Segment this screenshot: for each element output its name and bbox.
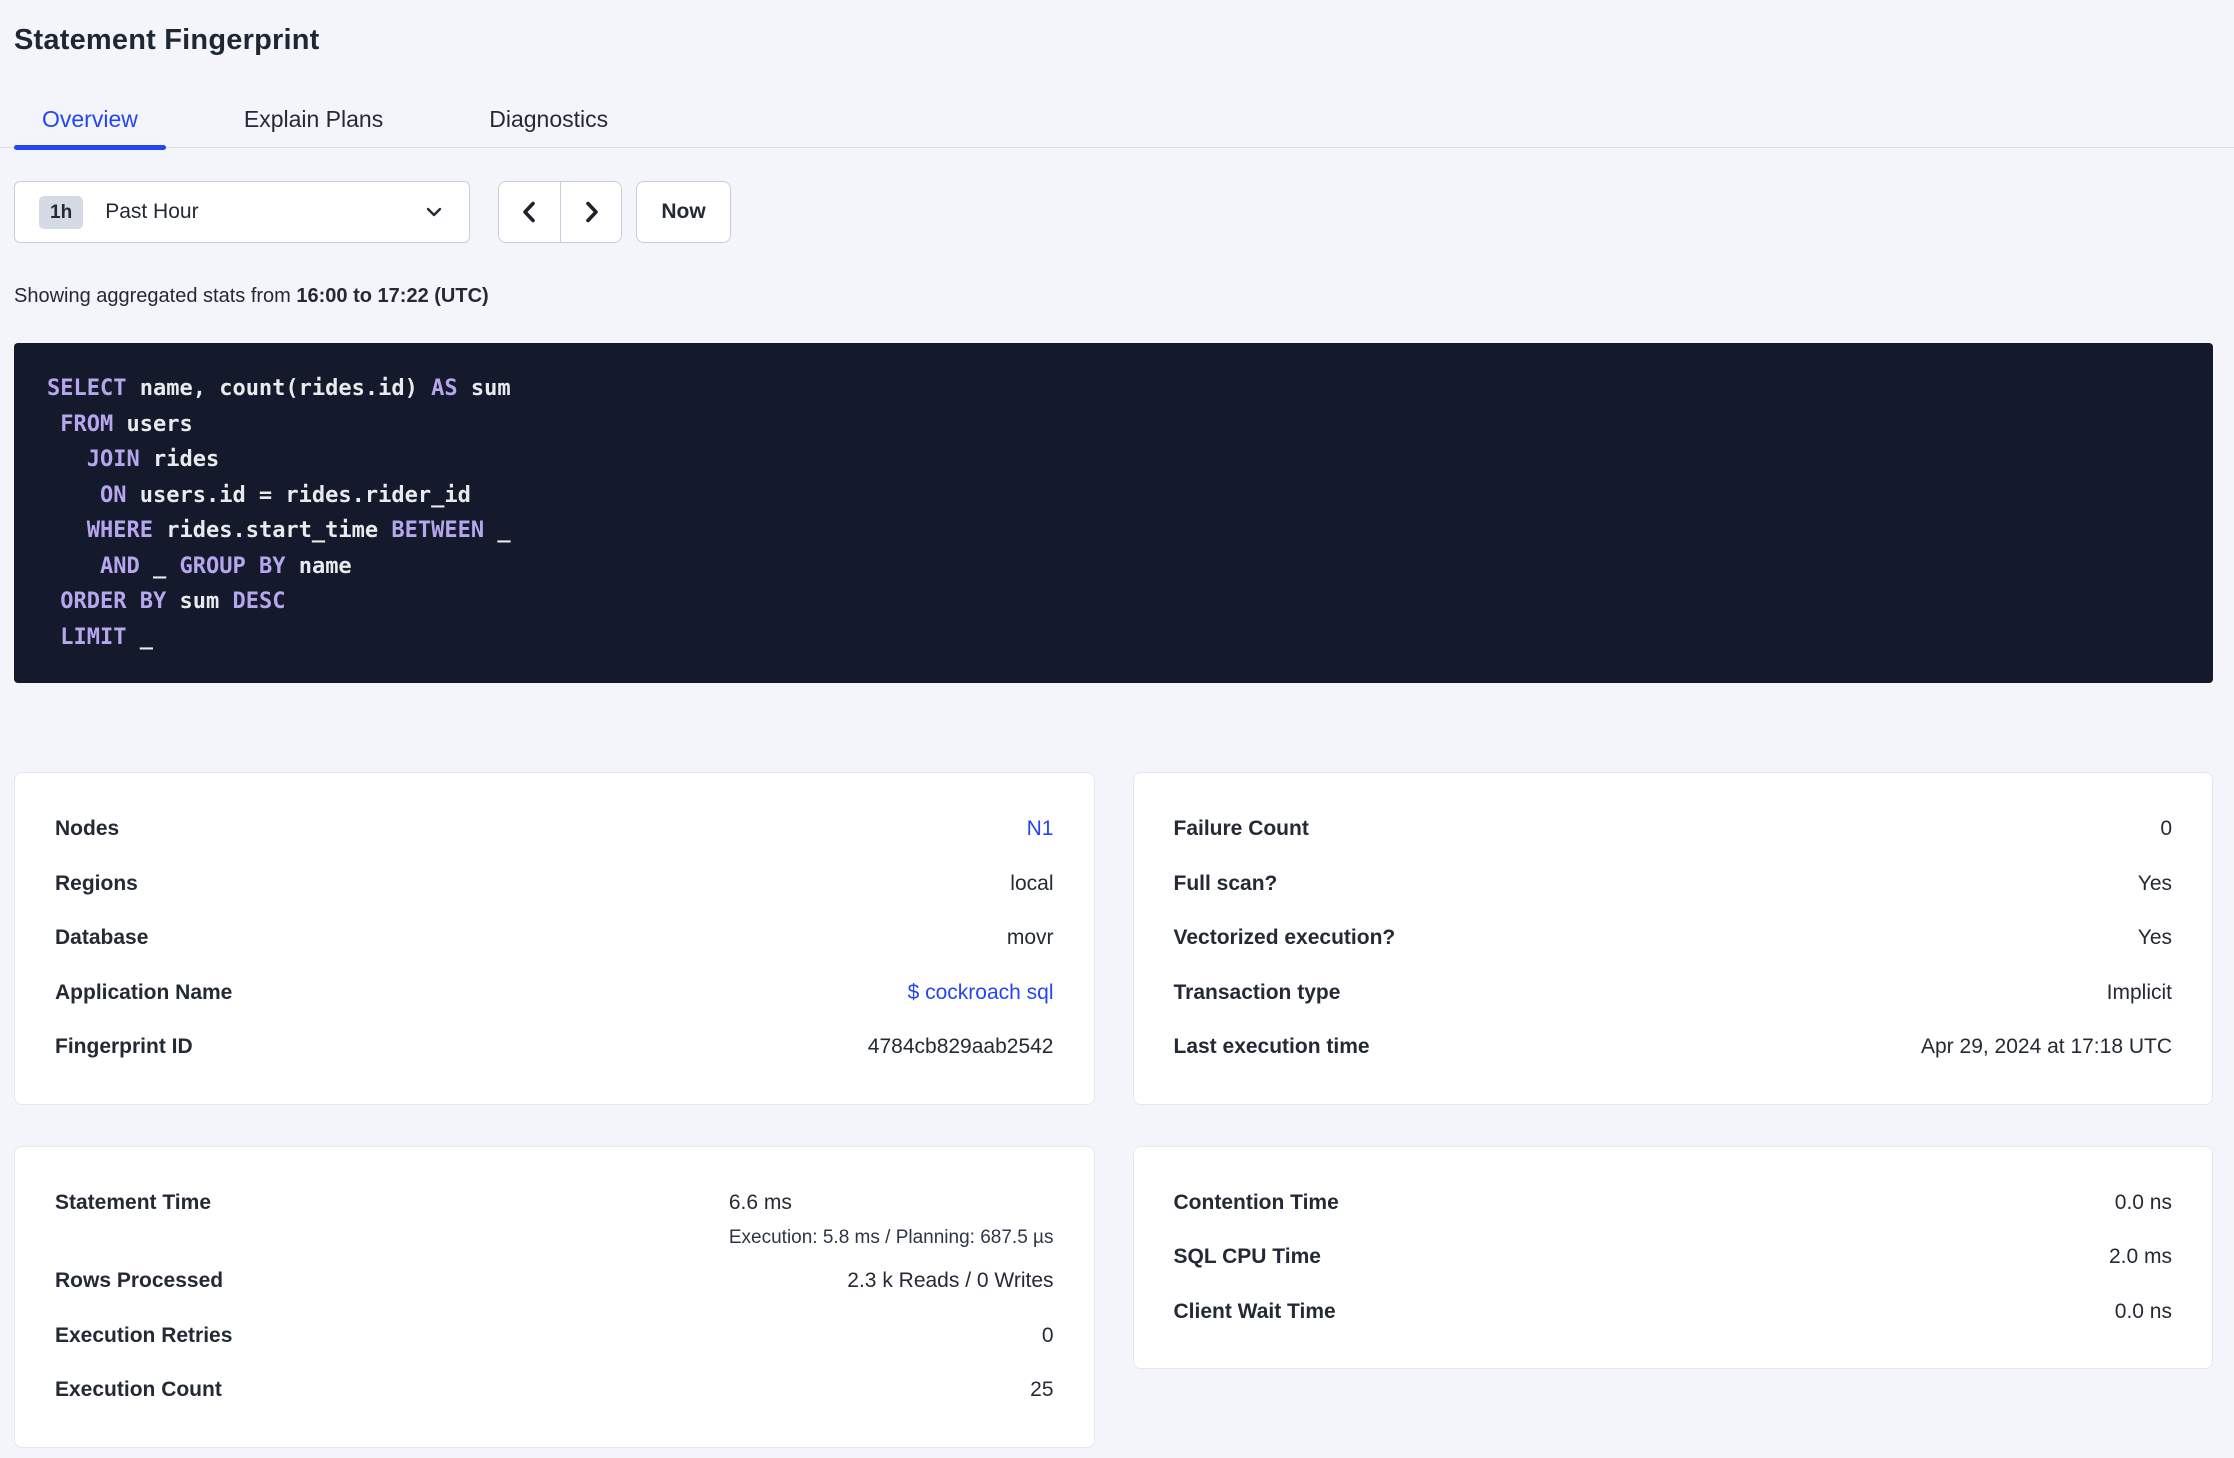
stat-label: Execution Count — [55, 1378, 222, 1401]
stat-label: Failure Count — [1173, 817, 1309, 840]
sql-line: ON users.id = rides.rider_id — [99, 482, 471, 508]
stat-row: Statement Time 6.6 ms Execution: 5.8 ms / … — [55, 1176, 1054, 1255]
statement-timing-card: Statement Time 6.6 ms Execution: 5.8 ms / … — [14, 1145, 1095, 1448]
tab-label: Explain Plans — [243, 105, 384, 132]
sql-line: SELECT name, count(rides.id) AS sum — [47, 376, 511, 401]
node-link[interactable]: N1 — [1027, 817, 1054, 840]
tab-label: Overview — [42, 105, 138, 132]
stat-label: Nodes — [55, 817, 120, 840]
summary-cards-bottom: Statement Time 6.6 ms Execution: 5.8 ms / … — [14, 1145, 2213, 1448]
stat-value: Yes — [2137, 871, 2172, 895]
sql-line: ORDER BY sum DESC — [60, 589, 286, 614]
stat-row: Full scan? Yes — [1174, 857, 2173, 912]
stat-row: Client Wait Time 0.0 ns — [1174, 1285, 2173, 1340]
tab-diagnostics[interactable]: Diagnostics — [461, 91, 636, 147]
stat-value: Implicit — [2106, 980, 2172, 1004]
stat-row: Vectorized execution? Yes — [1174, 911, 2173, 966]
stat-row: Execution Count 25 — [55, 1363, 1054, 1418]
time-range-picker[interactable]: 1h Past Hour — [14, 181, 470, 243]
stat-label: Statement Time — [55, 1190, 211, 1214]
tab-label: Diagnostics — [489, 105, 609, 132]
stat-label: Contention Time — [1173, 1190, 1339, 1214]
stat-row: Nodes N1 — [55, 802, 1054, 857]
interval-badge: 1h — [39, 195, 84, 229]
sql-line: LIMIT _ — [60, 624, 153, 650]
stat-value: 6.6 ms — [728, 1190, 792, 1214]
previous-interval-button[interactable] — [499, 182, 560, 242]
stat-label: SQL CPU Time — [1173, 1245, 1321, 1268]
sql-line: WHERE rides.start_time BETWEEN _ — [86, 518, 511, 543]
stat-label: Fingerprint ID — [55, 1035, 193, 1058]
stat-label: Rows Processed — [55, 1269, 224, 1292]
stat-row: Fingerprint ID 4784cb829aab2542 — [55, 1020, 1054, 1075]
stat-subvalue: Execution: 5.8 ms / Planning: 687.5 µs — [728, 1227, 1054, 1248]
wait-times-card: Contention Time 0.0 ns SQL CPU Time 2.0 ms C… — [1132, 1145, 2213, 1369]
stat-row: Last execution time Apr 29, 2024 at 17:18… — [1174, 1020, 2173, 1075]
stat-label: Full scan? — [1173, 871, 1278, 895]
stat-value: Apr 29, 2024 at 17:18 UTC — [1921, 1035, 2172, 1058]
summary-prefix: Showing aggregated stats from — [14, 285, 297, 307]
aggregated-stats-summary: Showing aggregated stats from 16:00 to 1… — [14, 285, 2234, 307]
stat-value: Yes — [2137, 926, 2172, 949]
app-name-link[interactable]: $ cockroach sql — [908, 981, 1054, 1004]
sql-statement-box: SELECT name, count(rides.id) AS sum FROM… — [14, 343, 2213, 683]
stat-label: Execution Retries — [55, 1323, 233, 1347]
chevron-down-icon — [423, 201, 445, 223]
tab-overview[interactable]: Overview — [14, 91, 166, 150]
stat-label: Transaction type — [1173, 980, 1341, 1004]
time-step-buttons — [498, 181, 622, 243]
page-title: Statement Fingerprint — [14, 24, 320, 56]
time-controls: 1h Past Hour Now — [14, 181, 2234, 243]
summary-cards-top: Nodes N1 Regions local Database movr Applicati… — [14, 772, 2213, 1105]
stat-row: Application Name $ cockroach sql — [55, 966, 1054, 1021]
stat-value: 4784cb829aab2542 — [867, 1035, 1054, 1058]
stat-row: Execution Retries 0 — [55, 1309, 1054, 1364]
next-interval-button[interactable] — [560, 182, 621, 242]
stat-value: movr — [1006, 926, 1054, 949]
stat-label: Vectorized execution? — [1173, 926, 1396, 949]
sql-line: AND _ GROUP BY name — [99, 553, 352, 579]
chevron-right-icon — [578, 199, 604, 225]
stat-label: Application Name — [55, 980, 233, 1004]
stat-row: Database movr — [55, 911, 1054, 966]
stat-label: Client Wait Time — [1173, 1299, 1336, 1323]
stat-value: 0 — [1041, 1323, 1054, 1347]
stat-row: Failure Count 0 — [1174, 802, 2173, 857]
time-range-label: Past Hour — [105, 200, 199, 223]
statement-fingerprint-page: Statement Fingerprint Overview Explain Pl… — [0, 24, 2234, 1448]
summary-time-range: 16:00 to 17:22 (UTC) — [296, 285, 489, 307]
stat-value: 2.3 k Reads / 0 Writes — [847, 1269, 1054, 1292]
stat-value: 0 — [2160, 817, 2172, 840]
tabs-bar: Overview Explain Plans Diagnostics — [0, 91, 2234, 150]
stat-value: 0.0 ns — [2114, 1190, 2172, 1214]
stat-label: Database — [55, 926, 149, 949]
stat-row: Regions local — [55, 857, 1054, 912]
now-button[interactable]: Now — [636, 181, 731, 243]
stat-row: Rows Processed 2.3 k Reads / 0 Writes — [55, 1254, 1054, 1309]
stat-row: SQL CPU Time 2.0 ms — [1174, 1230, 2173, 1285]
stat-label: Regions — [55, 871, 138, 895]
chevron-left-icon — [517, 199, 543, 225]
sql-line: FROM users — [60, 411, 193, 437]
tab-explain-plans[interactable]: Explain Plans — [216, 91, 411, 147]
stat-row: Contention Time 0.0 ns — [1174, 1176, 2173, 1231]
stat-value: 0.0 ns — [2114, 1299, 2172, 1323]
sql-line: JOIN rides — [86, 447, 220, 472]
statement-details-card: Nodes N1 Regions local Database movr Applicati… — [14, 772, 1095, 1105]
execution-attributes-card: Failure Count 0 Full scan? Yes Vectorized ex… — [1132, 772, 2213, 1105]
stat-value: 25 — [1030, 1378, 1054, 1401]
stat-row: Transaction type Implicit — [1174, 966, 2173, 1021]
stat-value: 2.0 ms — [2108, 1245, 2172, 1268]
stat-label: Last execution time — [1173, 1035, 1370, 1058]
stat-value: local — [1010, 871, 1054, 895]
